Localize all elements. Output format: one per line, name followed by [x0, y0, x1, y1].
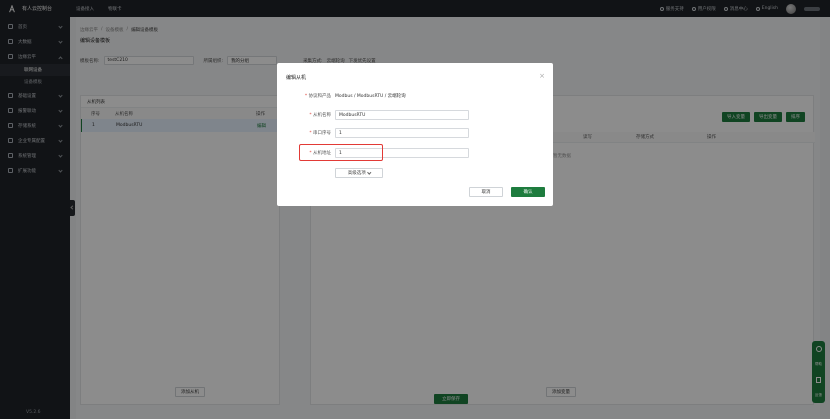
highlight-box	[299, 144, 383, 161]
slave-name-label: * 从机名称	[309, 113, 331, 118]
protocol-label: * 协议和产品	[304, 94, 331, 99]
slave-name-row: * 从机名称 ModbusRTU	[277, 110, 553, 120]
serial-input[interactable]: 1	[335, 128, 469, 138]
dialog-footer: 取消 确认	[469, 187, 545, 197]
slave-name-input[interactable]: ModbusRTU	[335, 110, 469, 120]
serial-row: * 串口序号 1	[277, 128, 553, 138]
cancel-button[interactable]: 取消	[469, 187, 503, 197]
protocol-value: Modbus / ModbusRTU / 云端轮询	[335, 94, 406, 99]
serial-label: * 串口序号	[309, 131, 331, 136]
edit-slave-dialog: 编辑从机 × * 协议和产品 Modbus / ModbusRTU / 云端轮询…	[277, 63, 553, 206]
dialog-title: 编辑从机	[286, 75, 307, 81]
chevron-down-icon	[367, 170, 371, 175]
advanced-options-label: 高级选项	[347, 171, 366, 176]
advanced-options-button[interactable]: 高级选项	[335, 168, 383, 178]
protocol-row: * 协议和产品 Modbus / ModbusRTU / 云端轮询	[277, 91, 553, 101]
confirm-button[interactable]: 确认	[511, 187, 545, 197]
close-icon[interactable]: ×	[539, 72, 545, 80]
